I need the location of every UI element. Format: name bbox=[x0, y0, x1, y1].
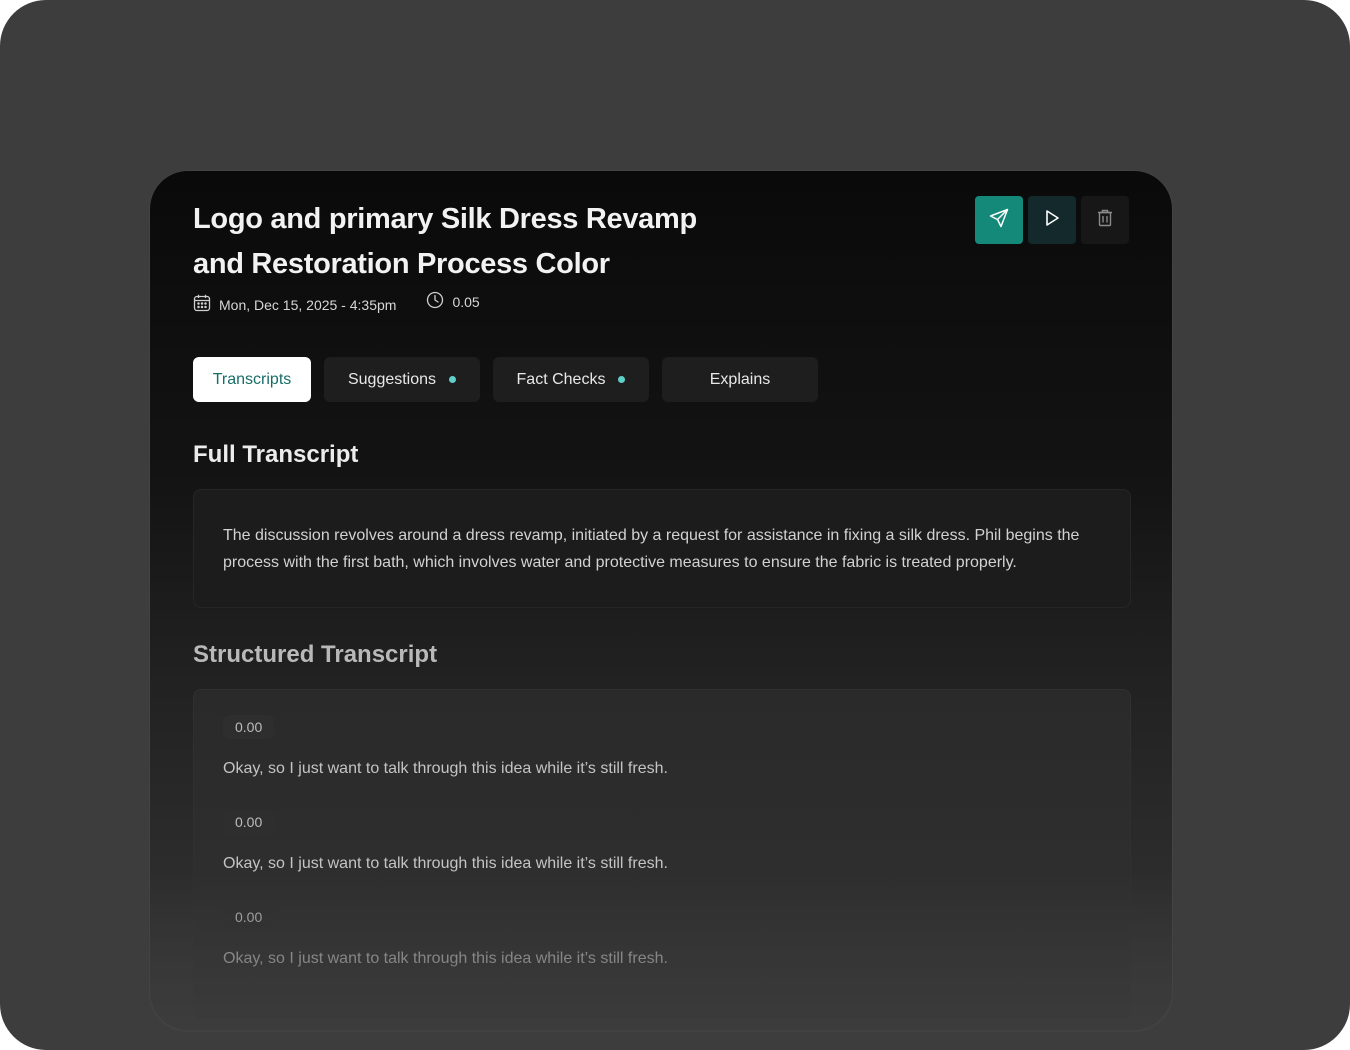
clock-icon bbox=[426, 291, 452, 312]
meta-row: Mon, Dec 15, 2025 - 4:35pm 0.05 bbox=[193, 291, 480, 315]
entry-text: Okay, so I just want to talk through thi… bbox=[223, 760, 668, 777]
entry-text: Okay, so I just want to talk through thi… bbox=[223, 855, 668, 872]
tab-fact-checks[interactable]: Fact Checks bbox=[493, 357, 649, 402]
tab-label: Explains bbox=[709, 370, 771, 388]
structured-transcript-heading: Structured Transcript bbox=[193, 641, 438, 668]
trash-icon bbox=[1095, 208, 1115, 233]
send-icon bbox=[988, 207, 1010, 234]
tab-explains[interactable]: Explains bbox=[662, 357, 818, 402]
play-icon bbox=[1042, 208, 1062, 233]
calendar-icon bbox=[193, 294, 219, 315]
duration-text: 0.05 bbox=[452, 293, 480, 310]
delete-button[interactable] bbox=[1081, 196, 1129, 244]
date-text: Mon, Dec 15, 2025 - 4:35pm bbox=[219, 296, 397, 313]
notification-dot bbox=[449, 376, 457, 383]
transcript-entry: 0.00 Okay, so I just want to talk throug… bbox=[223, 810, 668, 873]
action-buttons bbox=[975, 196, 1129, 244]
full-transcript-text: The discussion revolves around a dress r… bbox=[223, 527, 1080, 571]
tab-label: Fact Checks bbox=[516, 370, 606, 388]
timestamp[interactable]: 0.00 bbox=[223, 715, 275, 739]
duration-info: 0.05 bbox=[426, 291, 480, 312]
tab-bar: Transcripts Suggestions Fact Checks Expl… bbox=[193, 357, 818, 402]
page-title: Logo and primary Silk Dress Revamp and R… bbox=[193, 203, 697, 280]
transcript-entry: 0.00 Okay, so I just want to talk throug… bbox=[223, 715, 668, 778]
full-transcript-box: The discussion revolves around a dress r… bbox=[193, 489, 1131, 608]
send-button[interactable] bbox=[975, 196, 1023, 244]
structured-transcript-box: 0.00 Okay, so I just want to talk throug… bbox=[193, 689, 1131, 1019]
transcript-card: Logo and primary Silk Dress Revamp and R… bbox=[150, 171, 1172, 1031]
tab-suggestions[interactable]: Suggestions bbox=[324, 357, 480, 402]
date-info: Mon, Dec 15, 2025 - 4:35pm bbox=[193, 294, 396, 315]
transcript-entry: 0.00 Okay, so I just want to talk throug… bbox=[223, 905, 668, 968]
play-button[interactable] bbox=[1028, 196, 1076, 244]
app-frame: Logo and primary Silk Dress Revamp and R… bbox=[0, 0, 1350, 1050]
tab-transcripts[interactable]: Transcripts bbox=[193, 357, 311, 402]
timestamp[interactable]: 0.00 bbox=[223, 905, 275, 929]
tab-label: Suggestions bbox=[347, 370, 437, 388]
full-transcript-heading: Full Transcript bbox=[193, 441, 359, 468]
tab-label: Transcripts bbox=[212, 370, 292, 388]
timestamp[interactable]: 0.00 bbox=[223, 810, 275, 834]
entry-text: Okay, so I just want to talk through thi… bbox=[223, 950, 668, 967]
notification-dot bbox=[618, 376, 626, 383]
